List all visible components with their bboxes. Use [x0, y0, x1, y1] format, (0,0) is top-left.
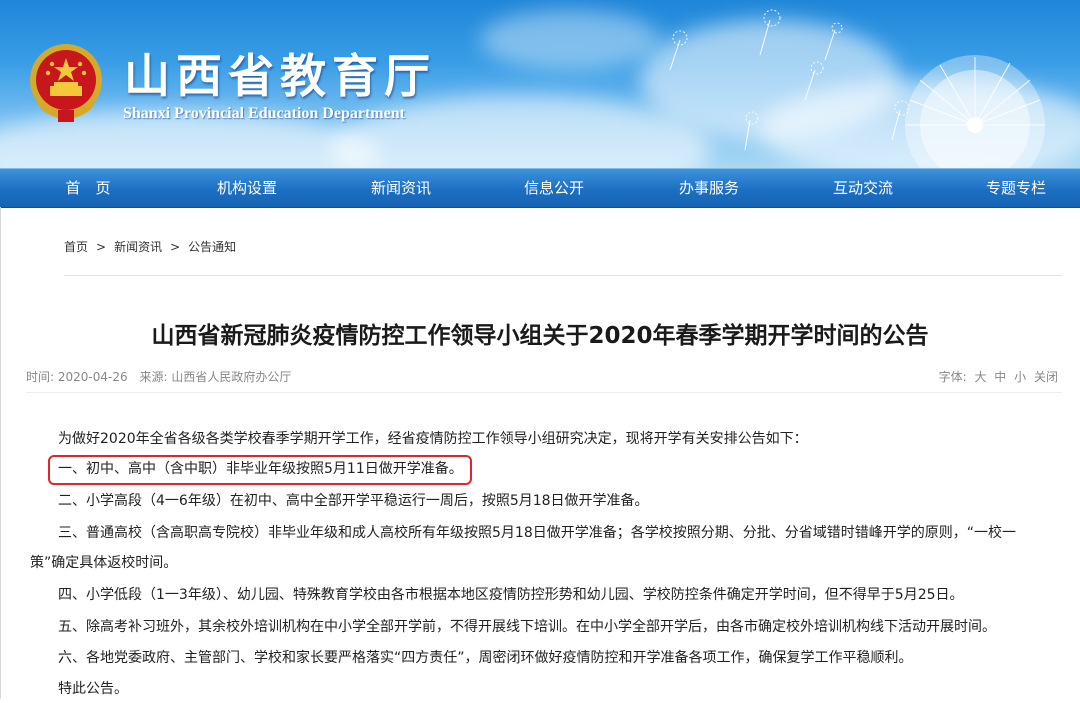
font-small-button[interactable]: 小	[1014, 368, 1026, 385]
time-label: 时间:	[26, 370, 55, 384]
article-paragraph: 二、小学高段（4一6年级）在初中、高中全部开学平稳运行一周后，按照5月18日做开…	[58, 493, 649, 509]
breadcrumb-home[interactable]: 首页	[64, 238, 88, 255]
article-meta: 时间: 2020-04-26 来源: 山西省人民政府办公厅	[26, 368, 291, 385]
breadcrumb-notices[interactable]: 公告通知	[188, 238, 236, 255]
nav-item-news[interactable]: 新闻资讯	[341, 169, 461, 207]
dandelion-icon	[905, 55, 1045, 168]
article-paragraph: 为做好2020年全省各级各类学校春季学期开学工作，经省疫情防控工作领导小组研究决…	[58, 431, 808, 447]
publish-date: 2020-04-26	[57, 370, 128, 384]
breadcrumb-news[interactable]: 新闻资讯	[114, 238, 162, 255]
nav-item-interaction[interactable]: 互动交流	[803, 169, 923, 207]
nav-item-topics[interactable]: 专题专栏	[956, 169, 1076, 207]
divider	[26, 392, 1062, 393]
main-nav: 首 页 机构设置 新闻资讯 信息公开 办事服务 互动交流 专题专栏	[0, 168, 1080, 208]
font-size-tools: 字体: 大 中 小 关闭	[935, 368, 1058, 385]
site-title-en: Shanxi Provincial Education Department	[123, 105, 405, 122]
breadcrumb: 首页 > 新闻资讯 > 公告通知	[64, 238, 236, 255]
close-button[interactable]: 关闭	[1034, 368, 1058, 385]
breadcrumb-separator: >	[170, 240, 181, 254]
article-paragraph: 策”确定具体返校时间。	[30, 555, 178, 571]
article-paragraph: 五、除高考补习班外，其余校外培训机构在中小学全部开学前，不得开展线下培训。在中小…	[58, 619, 996, 635]
article-paragraph: 三、普通高校（含高职高专院校）非毕业年级和成人高校所有年级按照5月18日做开学准…	[58, 525, 1016, 541]
nav-item-info-public[interactable]: 信息公开	[494, 169, 614, 207]
national-emblem-icon	[30, 44, 102, 122]
nav-item-home[interactable]: 首 页	[28, 169, 148, 207]
site-title-cn: 山西省教育厅	[124, 49, 436, 103]
font-medium-button[interactable]: 中	[994, 368, 1006, 385]
article-paragraph: 四、小学低段（1一3年级）、幼儿园、特殊教育学校由各市根据本地区疫情防控形势和幼…	[58, 587, 964, 603]
font-large-button[interactable]: 大	[974, 368, 986, 385]
nav-item-services[interactable]: 办事服务	[649, 169, 769, 207]
source-label: 来源:	[139, 370, 168, 384]
article-title: 山西省新冠肺炎疫情防控工作领导小组关于2020年春季学期开学时间的公告	[151, 323, 929, 349]
highlight-box	[48, 455, 472, 485]
site-banner: 山西省教育厅 Shanxi Provincial Education Depar…	[0, 0, 1080, 168]
breadcrumb-separator: >	[96, 240, 107, 254]
divider	[64, 275, 1062, 276]
article-paragraph: 六、各地党委政府、主管部门、学校和家长要严格落实“四方责任”，周密闭环做好疫情防…	[58, 650, 913, 666]
nav-item-organization[interactable]: 机构设置	[187, 169, 307, 207]
font-label: 字体:	[938, 370, 967, 384]
source-value: 山西省人民政府办公厅	[171, 370, 292, 384]
